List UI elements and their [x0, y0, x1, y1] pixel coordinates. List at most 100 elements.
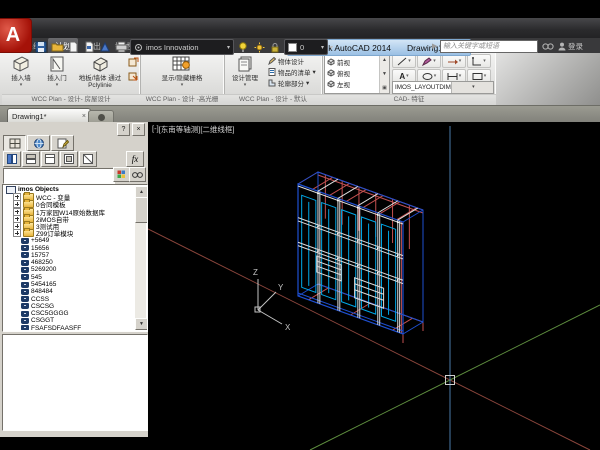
sign-in-button[interactable]: 登录 — [558, 41, 583, 52]
sign-in-label: 登录 — [568, 41, 583, 52]
infocenter-arrow-icon[interactable]: ▶ — [432, 42, 437, 50]
sun-icon[interactable] — [252, 40, 266, 54]
title-bar: imos Innovation ▾ 0 ▾ ▾ Autodesk AutoCAD… — [0, 18, 600, 38]
scroll-down-button[interactable]: ▼ — [135, 318, 148, 330]
panel3-title[interactable]: WCC Plan - 设计 - 默认 — [224, 94, 322, 105]
qat-customize-button[interactable]: ▾ — [330, 44, 333, 51]
filter-button[interactable] — [113, 167, 130, 182]
viewport-menu-control[interactable]: [-] — [152, 124, 159, 135]
cabinet-object-icon — [21, 303, 29, 309]
line-tool-button[interactable]: ▾ — [392, 54, 416, 68]
view-mode-button-2[interactable] — [22, 151, 40, 167]
tree-item[interactable]: 848484 — [4, 288, 135, 295]
application-menu-button[interactable]: A — [0, 18, 32, 53]
bulb-icon[interactable] — [236, 40, 250, 54]
chevron-down-icon: ▾ — [321, 44, 324, 51]
tree-item[interactable]: 15656 — [4, 244, 135, 251]
chevron-down-icon: ▾ — [433, 58, 436, 64]
cabinet-tool-button-1[interactable] — [127, 56, 140, 68]
top-black-strip — [0, 0, 600, 18]
tab-edit[interactable] — [51, 135, 74, 151]
chevron-down-icon: ▾ — [451, 82, 493, 93]
visual-style-control[interactable]: [二维线框] — [200, 124, 234, 135]
insert-door-label: 插入门 — [40, 75, 74, 82]
help-search-input[interactable] — [440, 40, 538, 53]
tool-button[interactable] — [98, 40, 112, 54]
insert-door-button[interactable]: 插入门 ▾ — [40, 54, 74, 89]
new-sheet-button[interactable] — [66, 40, 80, 54]
panel-room-design: 插入墙 ▾ 插入门 ▾ 地板/墙体 通过 Pclylinie — [2, 53, 141, 105]
view-control[interactable]: [东南等轴测] — [159, 124, 201, 135]
tree-folder[interactable]: Z99订单模块 — [4, 230, 135, 237]
help-button[interactable]: ? — [117, 123, 130, 136]
view-list-item[interactable]: 左视 — [325, 78, 379, 89]
tree-item[interactable]: CSGGT — [4, 317, 135, 324]
plot-button[interactable] — [114, 40, 128, 54]
view-mode-button-1[interactable] — [3, 151, 21, 167]
tree-item[interactable]: CSCSG — [4, 303, 135, 310]
tab-world[interactable] — [27, 135, 50, 151]
cabinet-object-icon — [21, 252, 29, 258]
floor-wall-polyline-button[interactable]: 地板/墙体 通过 Pclylinie — [74, 54, 126, 89]
grid-bulb-icon — [147, 54, 217, 74]
view-mode-button-3[interactable] — [41, 151, 59, 167]
open-button[interactable] — [50, 40, 64, 54]
chevron-down-icon: ▾ — [434, 73, 437, 79]
lock-icon[interactable] — [268, 40, 282, 54]
view-list-item[interactable]: 俯视 — [325, 67, 379, 78]
design-manage-button[interactable]: 设计管理 ▾ — [226, 54, 264, 89]
close-icon[interactable]: × — [82, 113, 86, 120]
scroll-up-button[interactable]: ▲ — [380, 56, 389, 65]
tree-item[interactable]: FSAFSDFAASFF — [4, 325, 135, 330]
insert-wall-button[interactable]: 插入墙 ▾ — [4, 54, 38, 89]
tree-item[interactable]: 15757 — [4, 252, 135, 259]
polyline-tool-button[interactable]: ▾ — [467, 54, 491, 68]
panel2-title[interactable]: WCC Plan - 设计 -高光栅 — [140, 94, 224, 105]
binoculars-icon — [132, 171, 143, 179]
item-label: 848484 — [31, 288, 53, 295]
tree-item[interactable]: 5269200 — [4, 266, 135, 273]
cad-tool-grid: ▾ ▾ ▾ ▾ A▾ ▾ ▾ ▾ — [392, 54, 491, 83]
scroll-more-button[interactable]: ▣ — [380, 84, 389, 93]
tree-item[interactable]: CSC5GGGG — [4, 310, 135, 317]
dim-style-combo[interactable]: IMOS_LAYOUTDIM ▾ — [392, 81, 494, 94]
sheet-set-button[interactable] — [82, 40, 96, 54]
profile-section-button[interactable]: 轮廓部分 ▾ — [268, 77, 316, 88]
tree-item[interactable]: CCSS — [4, 295, 135, 302]
show-hide-grid-button[interactable]: 显示/隐藏栅格 ▾ — [147, 54, 217, 89]
list-sheet-icon — [268, 68, 276, 76]
tree-item[interactable]: 5454165 — [4, 281, 135, 288]
scrollbar-thumb[interactable] — [135, 197, 148, 223]
scroll-down-button[interactable]: ▼ — [380, 70, 389, 79]
panel1-title[interactable]: WCC Plan - 设计- 房屋设计 — [2, 94, 140, 105]
tree-item[interactable]: 545 — [4, 274, 135, 281]
cabinet-object-icon — [21, 289, 29, 295]
expand-icon[interactable] — [13, 229, 21, 237]
object-design-button[interactable]: 物体设计 — [268, 55, 316, 66]
tree-scrollbar[interactable]: ▲ ▼ — [135, 186, 146, 330]
save-button[interactable] — [34, 40, 48, 54]
binoculars-icon[interactable] — [542, 42, 554, 51]
item-list-button[interactable]: 物品的清单 ▾ — [268, 66, 316, 77]
workspace-switcher[interactable]: imos Innovation ▾ — [130, 39, 234, 55]
view-mode-button-4[interactable] — [60, 151, 78, 167]
close-palette-button[interactable]: × — [132, 123, 145, 136]
cabinet-tool-button-2[interactable] — [127, 70, 140, 82]
view-mode-button-5[interactable] — [79, 151, 97, 167]
chevron-down-icon: ▾ — [459, 58, 462, 64]
spline-tool-button[interactable]: ▾ — [417, 54, 441, 68]
wall-icon — [4, 54, 38, 74]
drawing-viewport[interactable]: Z Y X [-] [东南等轴测] [二维线框] — [148, 122, 600, 450]
tab-objects[interactable] — [3, 135, 26, 151]
object-filter-input[interactable] — [3, 168, 115, 184]
fx-button[interactable]: fx — [126, 151, 144, 167]
view-list-item[interactable]: 前视 — [325, 56, 379, 67]
search-button[interactable] — [129, 167, 146, 182]
tree-item[interactable]: 468250 — [4, 259, 135, 266]
item-label: 5269200 — [31, 266, 56, 273]
cabinet-object-icon — [21, 325, 29, 330]
panel4-title[interactable]: CAD- 特征 — [322, 94, 496, 105]
leader-tool-button[interactable]: ▾ — [442, 54, 466, 68]
layer-control[interactable]: 0 ▾ — [284, 39, 328, 55]
drawing-canvas[interactable]: Z Y X — [148, 122, 600, 450]
